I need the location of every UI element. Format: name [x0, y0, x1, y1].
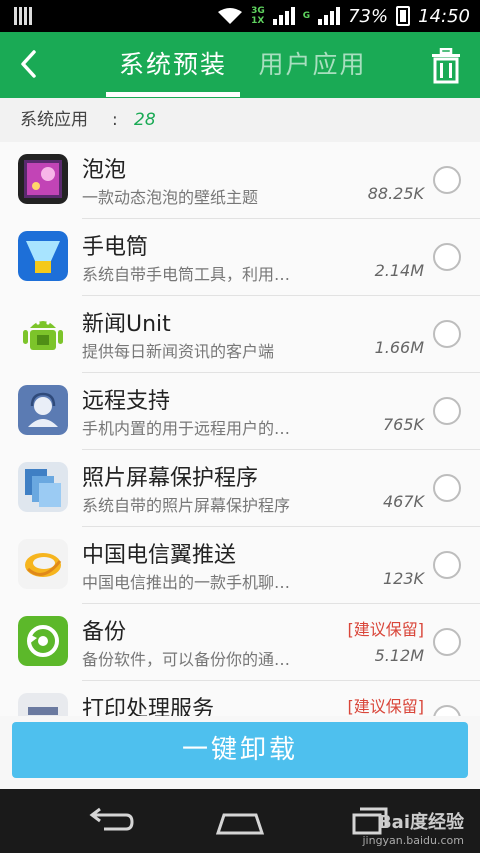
recommend-keep-tag: [建议保留]: [347, 620, 425, 639]
print-service-icon: [18, 693, 68, 716]
select-radio[interactable]: [433, 474, 461, 502]
remote-support-icon: [18, 385, 68, 435]
home-icon: [215, 813, 265, 835]
trash-icon: [432, 47, 460, 84]
select-radio[interactable]: [433, 551, 461, 579]
android-news-icon: [18, 308, 68, 358]
list-item[interactable]: 打印处理服务 [建议保留]: [0, 681, 480, 716]
app-desc: 提供每日新闻资讯的客户端: [82, 342, 275, 361]
app-list[interactable]: 泡泡 一款动态泡泡的壁纸主题 88.25K 手电筒 系统自带手电筒工具，利用… …: [0, 142, 480, 716]
app-desc: 系统自带的照片屏幕保护程序: [82, 496, 291, 515]
battery-icon: [396, 6, 411, 26]
back-button[interactable]: [12, 46, 48, 82]
tab-system-preinstalled[interactable]: 系统预装: [106, 42, 240, 92]
flashlight-icon: [18, 231, 68, 281]
app-name: 新闻Unit: [82, 312, 171, 337]
recommend-keep-tag: [建议保留]: [347, 697, 425, 716]
app-desc: 手机内置的用于远程用户的…: [82, 419, 291, 438]
nav-home-button[interactable]: [210, 803, 270, 839]
app-desc: 一款动态泡泡的壁纸主题: [82, 188, 259, 207]
watermark-brand: Bai度经验: [377, 812, 464, 833]
wifi-icon: [217, 7, 243, 25]
chevron-left-icon: [21, 50, 36, 78]
navigation-bar: Bai度经验 jingyan.baidu.com: [0, 789, 480, 853]
app-size: 123K: [382, 569, 424, 588]
app-name: 手电筒: [82, 235, 149, 260]
list-item[interactable]: 泡泡 一款动态泡泡的壁纸主题 88.25K: [0, 142, 480, 219]
app-desc: 备份软件，可以备份你的通…: [82, 650, 291, 669]
list-item[interactable]: 手电筒 系统自带手电筒工具，利用… 2.14M: [0, 219, 480, 296]
select-radio[interactable]: [433, 628, 461, 656]
app-name: 照片屏幕保护程序: [82, 466, 259, 491]
app-desc: 中国电信推出的一款手机聊…: [82, 573, 291, 592]
bubble-wallpaper-icon: [18, 154, 68, 204]
app-name: 泡泡: [82, 158, 127, 183]
baidu-jingyan-watermark: Bai度经验 jingyan.baidu.com: [362, 808, 464, 847]
back-arrow-icon: [89, 807, 134, 831]
app-name: 中国电信翼推送: [82, 543, 237, 568]
china-telecom-icon: [18, 539, 68, 589]
list-item[interactable]: 新闻Unit 提供每日新闻资讯的客户端 1.66M: [0, 296, 480, 373]
network-type-2: G: [302, 11, 311, 21]
select-radio[interactable]: [433, 243, 461, 271]
clock: 14:50: [418, 5, 470, 27]
backup-icon: [18, 616, 68, 666]
signal-icon-2: [318, 7, 341, 25]
app-header: 系统预装 用户应用: [0, 32, 480, 98]
app-name: 备份: [82, 620, 127, 645]
nav-back-button[interactable]: [80, 803, 140, 839]
app-count: 28: [134, 110, 156, 130]
section-header: 系统应用 : 28: [0, 98, 480, 142]
list-item[interactable]: 照片屏幕保护程序 系统自带的照片屏幕保护程序 467K: [0, 450, 480, 527]
signal-icon: [272, 7, 295, 25]
app-size: 88.25K: [367, 184, 424, 203]
notification-icon: [14, 7, 32, 25]
section-colon: :: [112, 110, 118, 130]
app-size: 5.12M: [374, 646, 424, 665]
app-name: 远程支持: [82, 389, 171, 414]
section-label: 系统应用: [20, 110, 88, 130]
list-item[interactable]: 远程支持 手机内置的用于远程用户的… 765K: [0, 373, 480, 450]
list-item[interactable]: 备份 [建议保留] 备份软件，可以备份你的通… 5.12M: [0, 604, 480, 681]
list-item[interactable]: 中国电信翼推送 中国电信推出的一款手机聊… 123K: [0, 527, 480, 604]
one-click-uninstall-button[interactable]: 一键卸载: [12, 722, 468, 778]
status-bar: 3G 1X G 73% 14:50: [0, 0, 480, 32]
network-type: 3G 1X: [251, 6, 265, 26]
app-size: 467K: [382, 492, 424, 511]
select-radio[interactable]: [433, 397, 461, 425]
app-size: 765K: [382, 415, 424, 434]
active-tab-indicator: [106, 92, 240, 97]
watermark-url: jingyan.baidu.com: [362, 834, 464, 847]
battery-percent: 73%: [348, 5, 389, 27]
select-radio[interactable]: [433, 166, 461, 194]
app-size: 1.66M: [374, 338, 424, 357]
tab-user-apps[interactable]: 用户应用: [250, 42, 375, 92]
photo-screensaver-icon: [18, 462, 68, 512]
app-size: 2.14M: [374, 261, 424, 280]
delete-button[interactable]: [430, 47, 462, 84]
app-desc: 系统自带手电筒工具，利用…: [82, 265, 291, 284]
select-radio[interactable]: [433, 320, 461, 348]
select-radio[interactable]: [433, 705, 461, 716]
app-name: 打印处理服务: [82, 697, 215, 716]
